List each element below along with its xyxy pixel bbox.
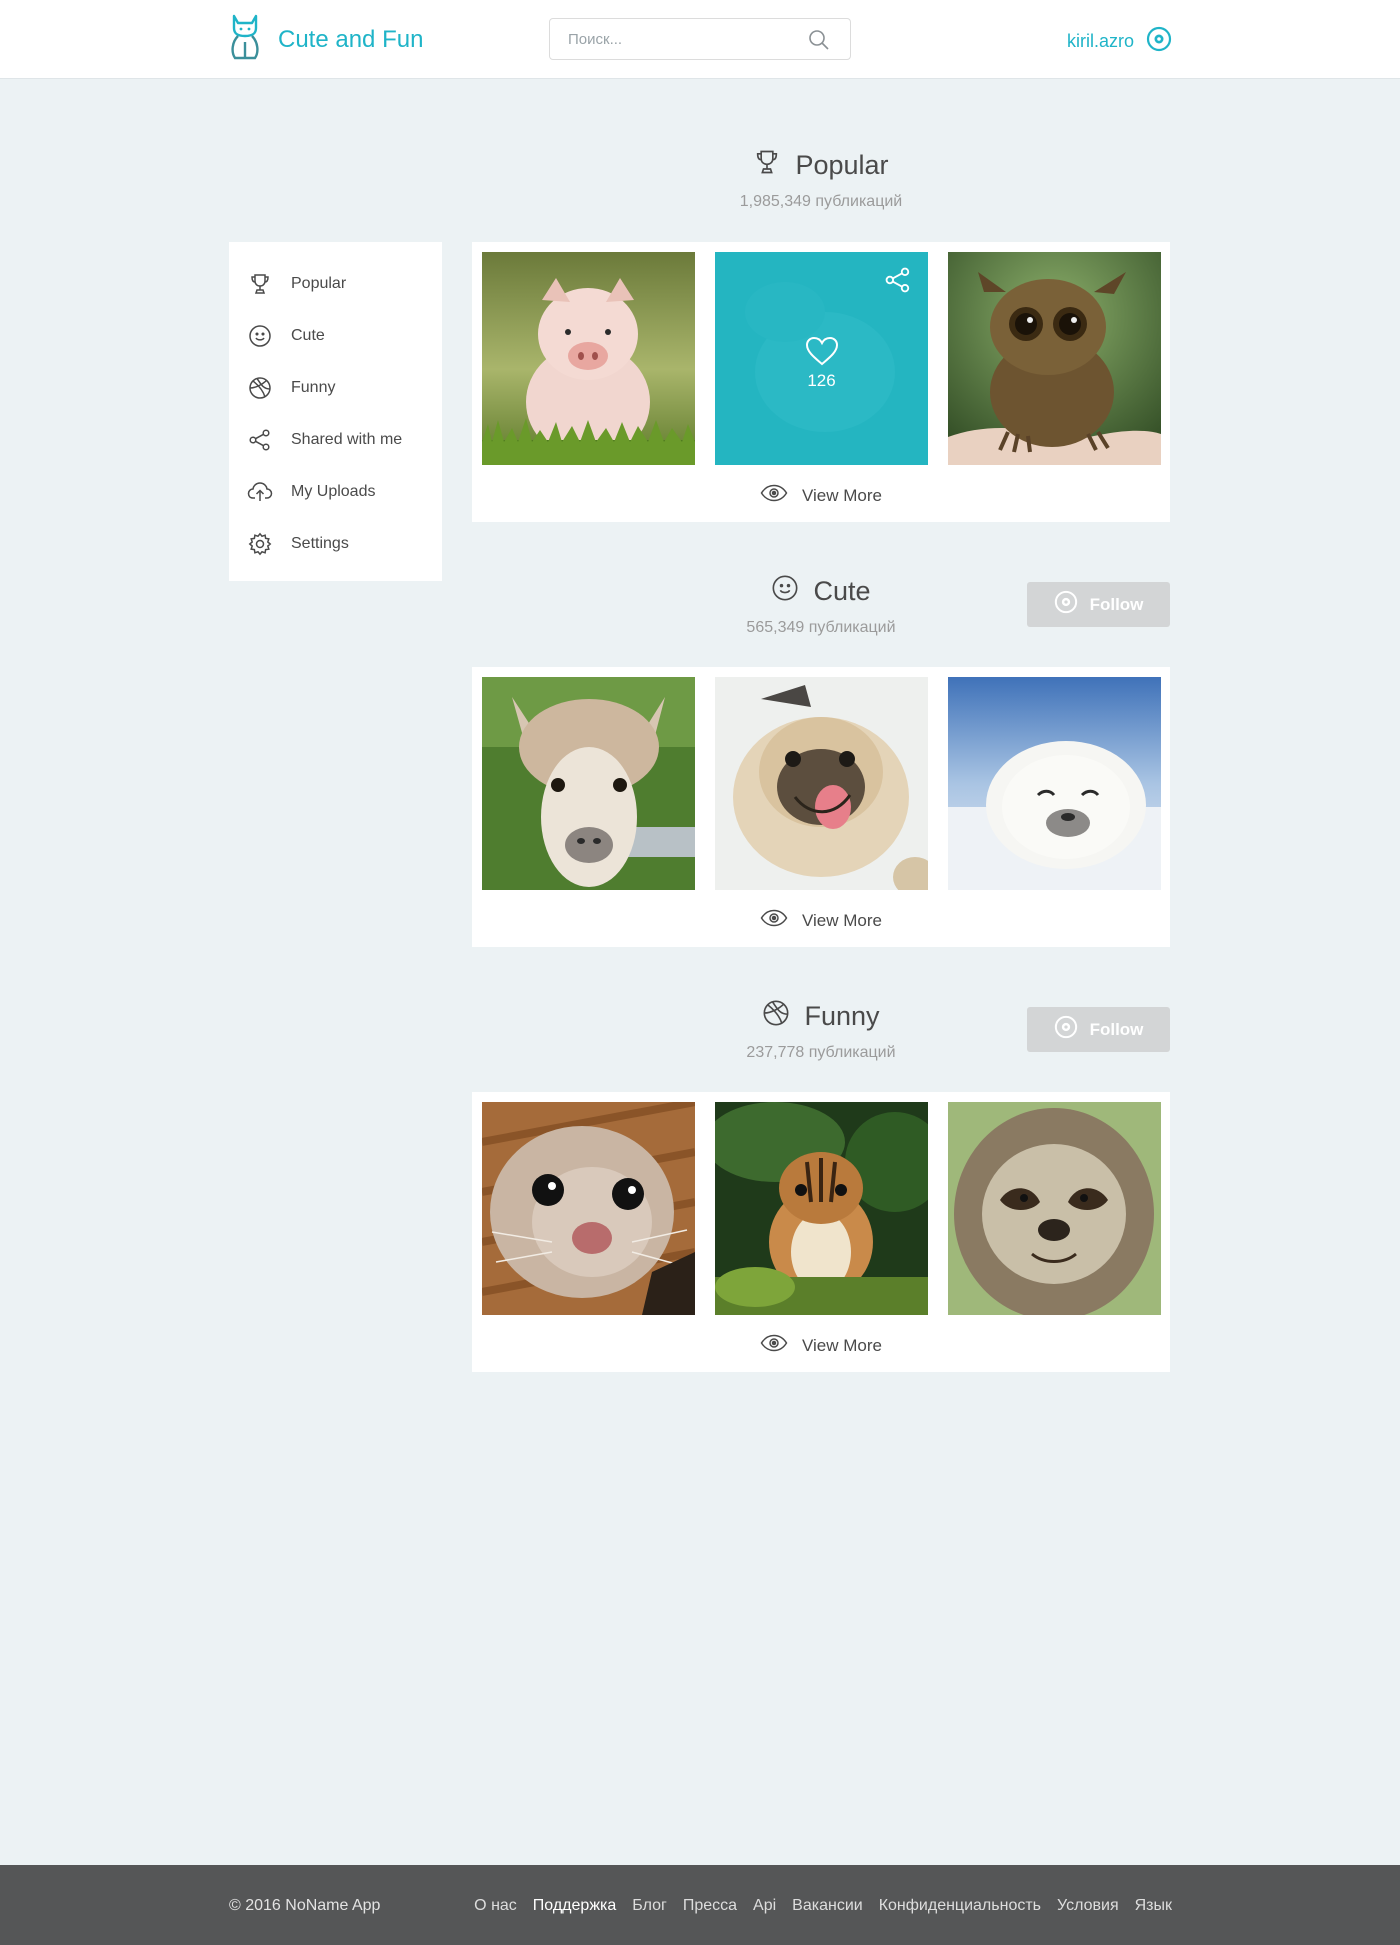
piglet-photo: [482, 252, 695, 465]
user-menu[interactable]: kiril.azro: [1067, 26, 1172, 57]
gallery-image-hovered[interactable]: 126: [715, 252, 928, 465]
top-bar: Cute and Fun kiril.azro: [0, 0, 1400, 79]
sidebar-item-label: Cute: [291, 327, 325, 344]
smiley-icon: [771, 574, 799, 609]
footer-link-api[interactable]: Api: [753, 1897, 776, 1915]
footer-link-language[interactable]: Язык: [1135, 1897, 1172, 1915]
sidebar-item-funny[interactable]: Funny: [229, 362, 442, 414]
sidebar-item-popular[interactable]: Popular: [229, 258, 442, 310]
gallery-image[interactable]: [948, 252, 1161, 465]
tarsier-photo: [948, 252, 1161, 465]
sloth-photo: [948, 1102, 1161, 1315]
share-icon: [247, 427, 273, 453]
view-more-button[interactable]: View More: [472, 909, 1170, 932]
footer-links: О нас Поддержка Блог Пресса Api Вакансии…: [474, 1897, 1172, 1915]
smiley-icon: [247, 323, 273, 349]
section-header-cute: Cute 565,349 публикаций Follow: [472, 574, 1170, 636]
search-icon[interactable]: [808, 29, 830, 56]
heart-icon[interactable]: [715, 336, 928, 371]
footer-link-privacy[interactable]: Конфиденциальность: [879, 1897, 1041, 1915]
sidebar-item-label: My Uploads: [291, 483, 376, 500]
share-icon[interactable]: [884, 266, 912, 299]
section-title-text: Funny: [804, 1001, 880, 1031]
view-more-button[interactable]: View More: [472, 1334, 1170, 1357]
section-title-text: Popular: [795, 150, 889, 180]
search-input[interactable]: [550, 19, 800, 59]
section-title: Popular: [472, 148, 1170, 183]
footer-link-support[interactable]: Поддержка: [533, 1897, 616, 1915]
footer-link-blog[interactable]: Блог: [632, 1897, 667, 1915]
cloud-upload-icon: [247, 479, 273, 505]
sidebar-item-cute[interactable]: Cute: [229, 310, 442, 362]
follow-badge-icon: [1054, 1015, 1078, 1044]
gear-icon: [247, 531, 273, 557]
sidebar-item-my-uploads[interactable]: My Uploads: [229, 466, 442, 518]
follow-badge-icon: [1054, 590, 1078, 619]
view-more-label: View More: [802, 485, 882, 505]
gallery-image[interactable]: [482, 677, 695, 890]
gallery-card-cute: View More: [472, 667, 1170, 947]
view-more-button[interactable]: View More: [472, 484, 1170, 507]
search-box: [549, 18, 851, 60]
dribbble-ball-icon: [762, 999, 790, 1034]
sidebar-item-settings[interactable]: Settings: [229, 518, 442, 570]
gallery-image[interactable]: [948, 1102, 1161, 1315]
chipmunk-photo: [715, 1102, 928, 1315]
user-badge-icon[interactable]: [1146, 26, 1172, 57]
copyright: © 2016 NoName App: [229, 1897, 381, 1914]
eye-icon: [760, 1334, 788, 1357]
follow-button[interactable]: Follow: [1027, 1007, 1170, 1052]
follow-label: Follow: [1089, 594, 1144, 614]
squirrel-photo: [482, 1102, 695, 1315]
section-header-popular: Popular 1,985,349 публикаций: [472, 148, 1170, 211]
sidebar-item-label: Funny: [291, 379, 336, 396]
sidebar-item-label: Shared with me: [291, 431, 403, 448]
follow-button[interactable]: Follow: [1027, 582, 1170, 627]
footer-link-about[interactable]: О нас: [474, 1897, 517, 1915]
gallery-image[interactable]: [715, 1102, 928, 1315]
gallery-card-popular: 126 View More: [472, 242, 1170, 522]
sidebar-item-label: Popular: [291, 275, 347, 292]
view-more-label: View More: [802, 910, 882, 930]
like-counter[interactable]: 126: [715, 336, 928, 391]
view-more-label: View More: [802, 1335, 882, 1355]
follow-label: Follow: [1089, 1019, 1144, 1039]
footer-link-press[interactable]: Пресса: [683, 1897, 737, 1915]
gallery-image[interactable]: [482, 1102, 695, 1315]
trophy-icon: [753, 148, 781, 183]
dribbble-ball-icon: [247, 375, 273, 401]
gallery-card-funny: View More: [472, 1092, 1170, 1372]
logo[interactable]: Cute and Fun: [228, 12, 423, 67]
sidebar-item-label: Settings: [291, 535, 349, 552]
gallery-image[interactable]: [715, 677, 928, 890]
sidebar-item-shared-with-me[interactable]: Shared with me: [229, 414, 442, 466]
publication-count: 1,985,349 публикаций: [739, 193, 903, 210]
app-title: Cute and Fun: [278, 25, 424, 53]
category-sidebar: Popular Cute Funny Shared with me My Upl…: [229, 242, 442, 581]
alpaca-photo: [482, 677, 695, 890]
footer: © 2016 NoName App О нас Поддержка Блог П…: [0, 1865, 1400, 1945]
gallery-image[interactable]: [948, 677, 1161, 890]
pug-photo: [715, 677, 928, 890]
footer-link-jobs[interactable]: Вакансии: [792, 1897, 863, 1915]
eye-icon: [760, 484, 788, 507]
footer-link-terms[interactable]: Условия: [1057, 1897, 1119, 1915]
cat-logo-icon: [228, 12, 262, 67]
trophy-icon: [247, 271, 273, 297]
seal-pup-photo: [948, 677, 1161, 890]
username[interactable]: kiril.azro: [1067, 31, 1134, 52]
like-count: 126: [807, 371, 836, 390]
section-header-funny: Funny 237,778 публикаций Follow: [472, 999, 1170, 1061]
section-title-text: Cute: [813, 576, 871, 606]
gallery-image[interactable]: [482, 252, 695, 465]
eye-icon: [760, 909, 788, 932]
